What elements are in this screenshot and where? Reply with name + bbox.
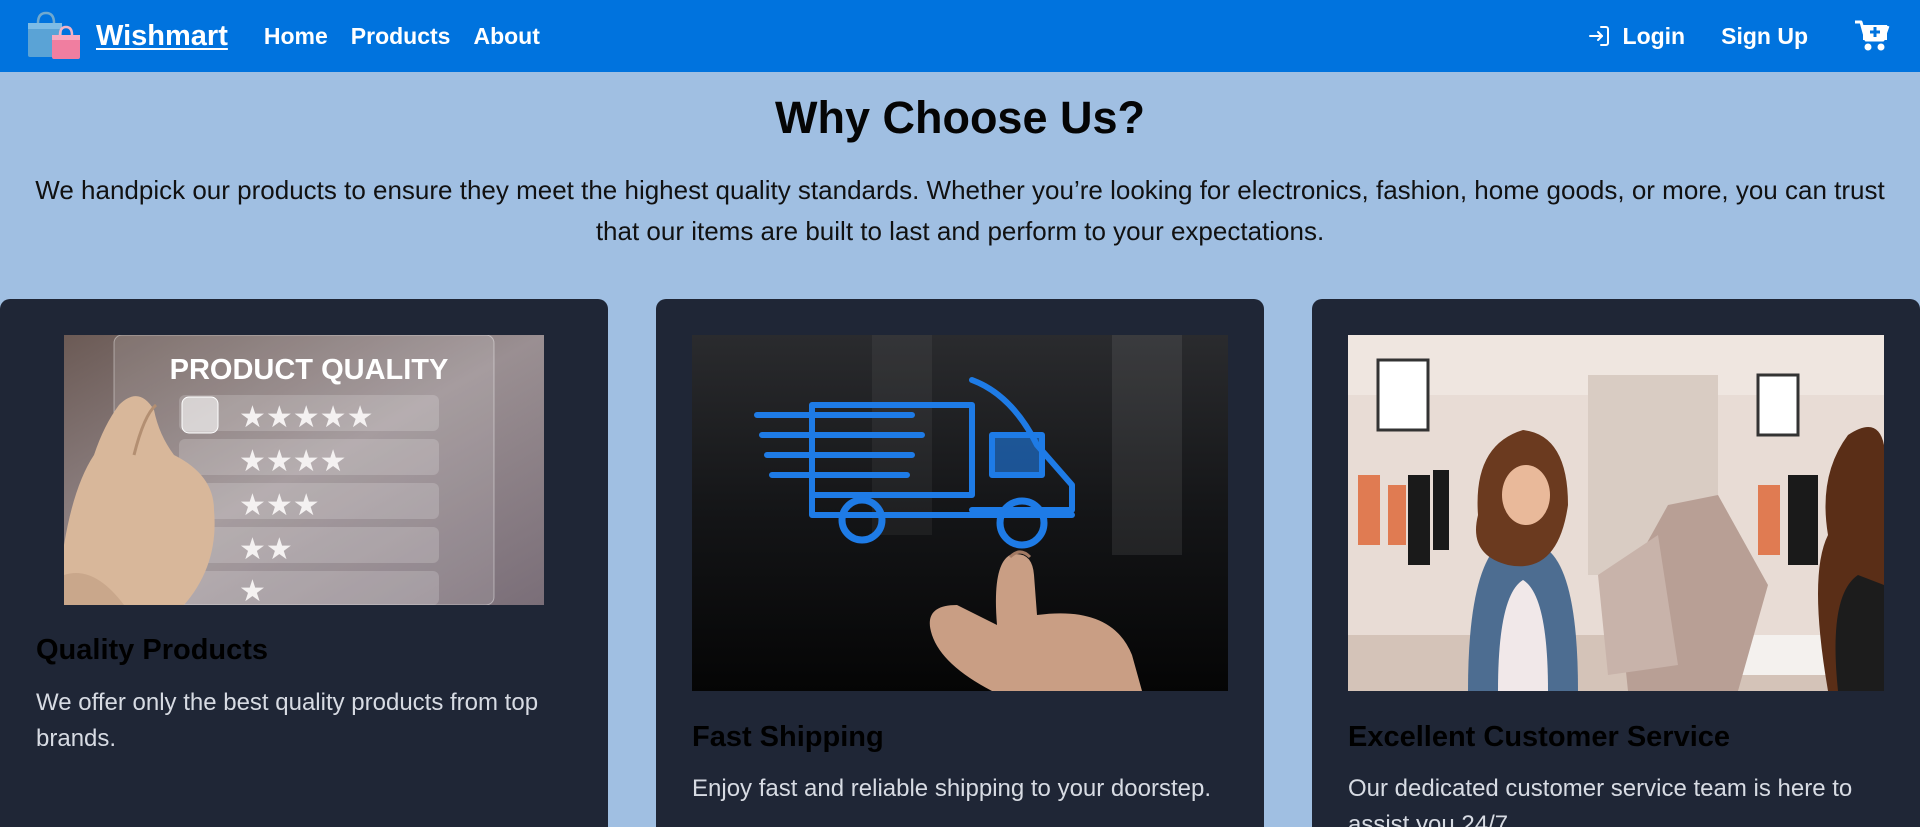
svg-text:★★★★★: ★★★★★: [239, 400, 373, 435]
nav-links: Home Products About: [264, 23, 540, 50]
login-button[interactable]: Login: [1587, 22, 1686, 50]
brand-link[interactable]: Wishmart: [24, 11, 228, 61]
feature-card-shipping: Fast Shipping Enjoy fast and reliable sh…: [656, 299, 1264, 827]
customer-service-image: [1348, 335, 1884, 691]
signup-button[interactable]: Sign Up: [1721, 23, 1808, 50]
svg-text:★: ★: [239, 574, 266, 605]
section-intro: We handpick our products to ensure they …: [35, 175, 1885, 246]
shopping-bags-logo-icon: [24, 11, 84, 61]
fast-shipping-image: [692, 335, 1228, 691]
card-text-quality: We offer only the best quality products …: [36, 689, 539, 752]
login-label: Login: [1622, 22, 1686, 49]
section-title: Why Choose Us?: [774, 92, 1146, 143]
card-title-quality: Quality Products: [36, 634, 269, 666]
svg-text:★★★: ★★★: [239, 488, 320, 523]
card-title-service: Excellent Customer Service: [1348, 721, 1731, 753]
nav-link-home[interactable]: Home: [264, 23, 328, 50]
product-quality-image: PRODUCT QUALITY ★★★★★ ★★★★ ★★★ ★★ ★: [64, 335, 544, 605]
login-arrow-icon: [1588, 26, 1609, 46]
feature-card-quality: PRODUCT QUALITY ★★★★★ ★★★★ ★★★ ★★ ★ Qual…: [0, 299, 608, 827]
nav-link-products[interactable]: Products: [351, 23, 451, 50]
card-text-shipping: Enjoy fast and reliable shipping to your…: [692, 775, 1211, 802]
feature-card-service: Excellent Customer Service Our dedicated…: [1312, 299, 1920, 827]
svg-text:★★★★: ★★★★: [239, 444, 347, 479]
card-text-service: Our dedicated customer service team is h…: [1348, 775, 1853, 827]
nav-link-about[interactable]: About: [473, 23, 539, 50]
brand-name: Wishmart: [96, 19, 228, 52]
nav-actions: Login Sign Up: [1587, 0, 1920, 72]
image-caption: PRODUCT QUALITY: [170, 354, 449, 386]
cart-plus-icon: [1855, 20, 1890, 51]
svg-text:★★: ★★: [239, 532, 293, 567]
cart-button[interactable]: [1854, 19, 1890, 53]
card-title-shipping: Fast Shipping: [692, 721, 884, 753]
navbar: Wishmart Home Products About Login Sign …: [0, 0, 1920, 72]
